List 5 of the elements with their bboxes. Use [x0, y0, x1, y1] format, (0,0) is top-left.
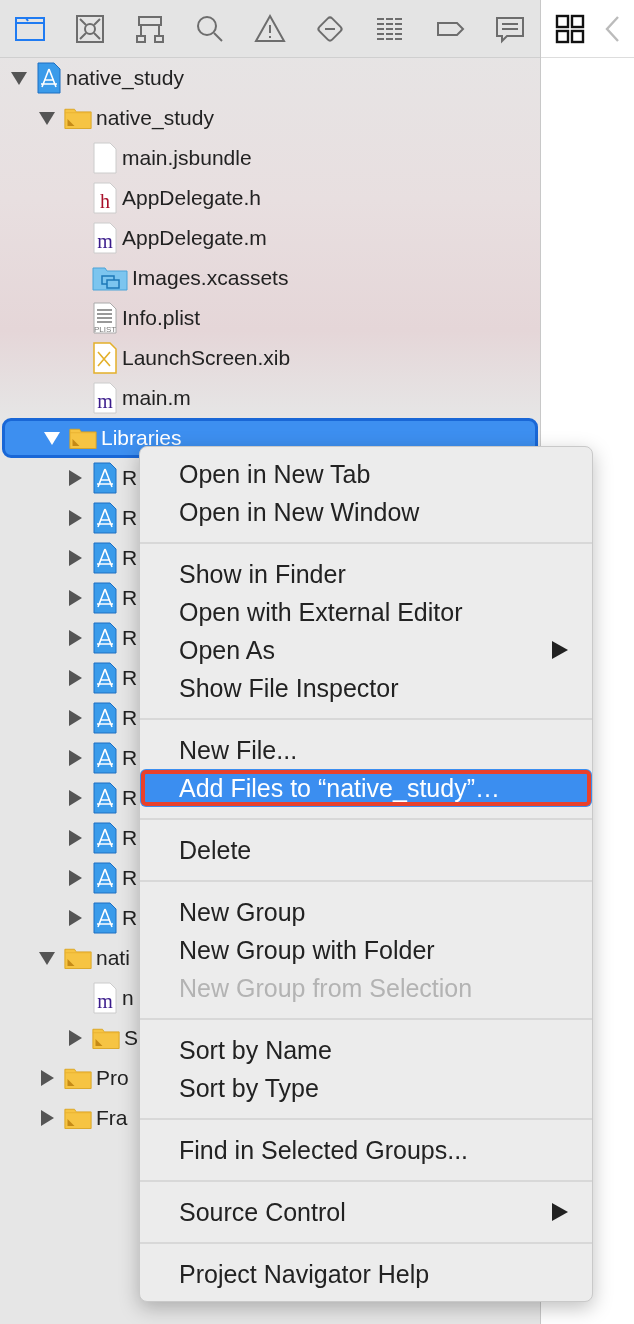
plist-icon: PLIST [92, 302, 118, 334]
source-icon: m [92, 222, 118, 254]
header-icon: h [92, 182, 118, 214]
source-icon: m [92, 382, 118, 414]
source-icon: m [92, 982, 118, 1014]
